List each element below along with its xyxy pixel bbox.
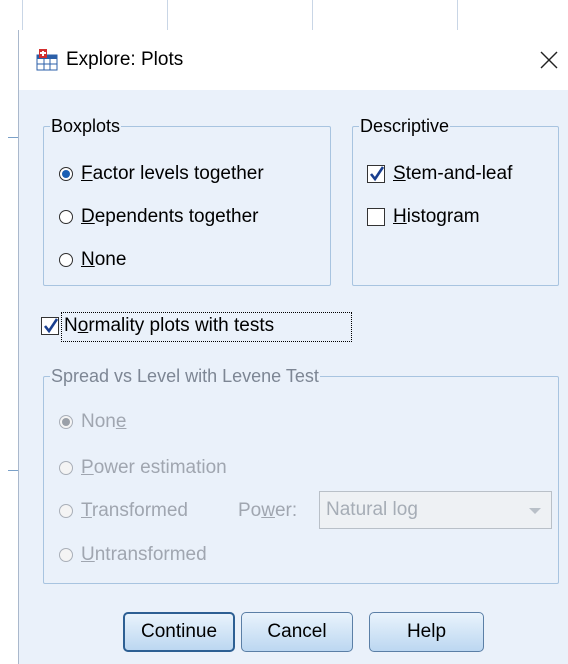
boxplots-none-label[interactable]: None [81, 249, 126, 271]
close-icon [540, 51, 558, 69]
spreadsheet-left-strip [0, 30, 18, 664]
spread-none-label[interactable]: None [81, 411, 126, 433]
normality-plots-checkbox[interactable] [41, 317, 59, 335]
power-select[interactable]: Natural log [319, 491, 552, 529]
untransformed-radio[interactable] [59, 548, 73, 562]
checkmark-icon [43, 318, 59, 334]
explore-plots-dialog: Explore: Plots Boxplots Factor levels to… [18, 30, 568, 664]
grid-tick [8, 470, 18, 471]
transformed-radio[interactable] [59, 504, 73, 518]
untransformed-label[interactable]: Untransformed [81, 544, 207, 566]
grid-line [457, 0, 458, 30]
boxplots-none-radio[interactable] [59, 253, 73, 267]
cancel-button[interactable]: Cancel [241, 612, 353, 652]
grid-line [167, 0, 168, 30]
close-button[interactable] [529, 40, 568, 80]
chevron-down-icon [529, 508, 541, 514]
histogram-checkbox[interactable] [367, 208, 385, 226]
spss-chart-icon [36, 49, 58, 71]
checkmark-icon [369, 166, 385, 182]
histogram-label[interactable]: Histogram [393, 206, 480, 228]
spreadsheet-header-strip [0, 0, 568, 31]
grid-line [22, 0, 23, 30]
grid-line [312, 0, 313, 30]
stem-and-leaf-label[interactable]: Stem-and-leaf [393, 163, 512, 185]
power-label: Power: [238, 500, 298, 521]
boxplots-group-label: Boxplots [50, 116, 122, 136]
grid-tick [8, 137, 18, 138]
title-bar: Explore: Plots [19, 30, 568, 90]
factor-levels-radio[interactable] [59, 167, 73, 181]
help-button[interactable]: Help [369, 612, 484, 652]
spread-vs-level-group-label: Spread vs Level with Levene Test [50, 366, 320, 386]
power-estimation-radio[interactable] [59, 461, 73, 475]
dependents-together-radio[interactable] [59, 210, 73, 224]
continue-button[interactable]: Continue [123, 612, 235, 652]
dependents-together-label[interactable]: Dependents together [81, 206, 258, 228]
power-estimation-label[interactable]: Power estimation [81, 457, 227, 479]
descriptive-group-label: Descriptive [359, 116, 451, 136]
transformed-label[interactable]: Transformed [81, 500, 188, 522]
dialog-title: Explore: Plots [66, 49, 184, 70]
spread-none-radio[interactable] [59, 415, 73, 429]
power-select-value: Natural log [326, 499, 418, 520]
normality-plots-label[interactable]: Normality plots with tests [64, 315, 274, 337]
factor-levels-label[interactable]: Factor levels together [81, 163, 264, 185]
stem-and-leaf-checkbox[interactable] [367, 165, 385, 183]
